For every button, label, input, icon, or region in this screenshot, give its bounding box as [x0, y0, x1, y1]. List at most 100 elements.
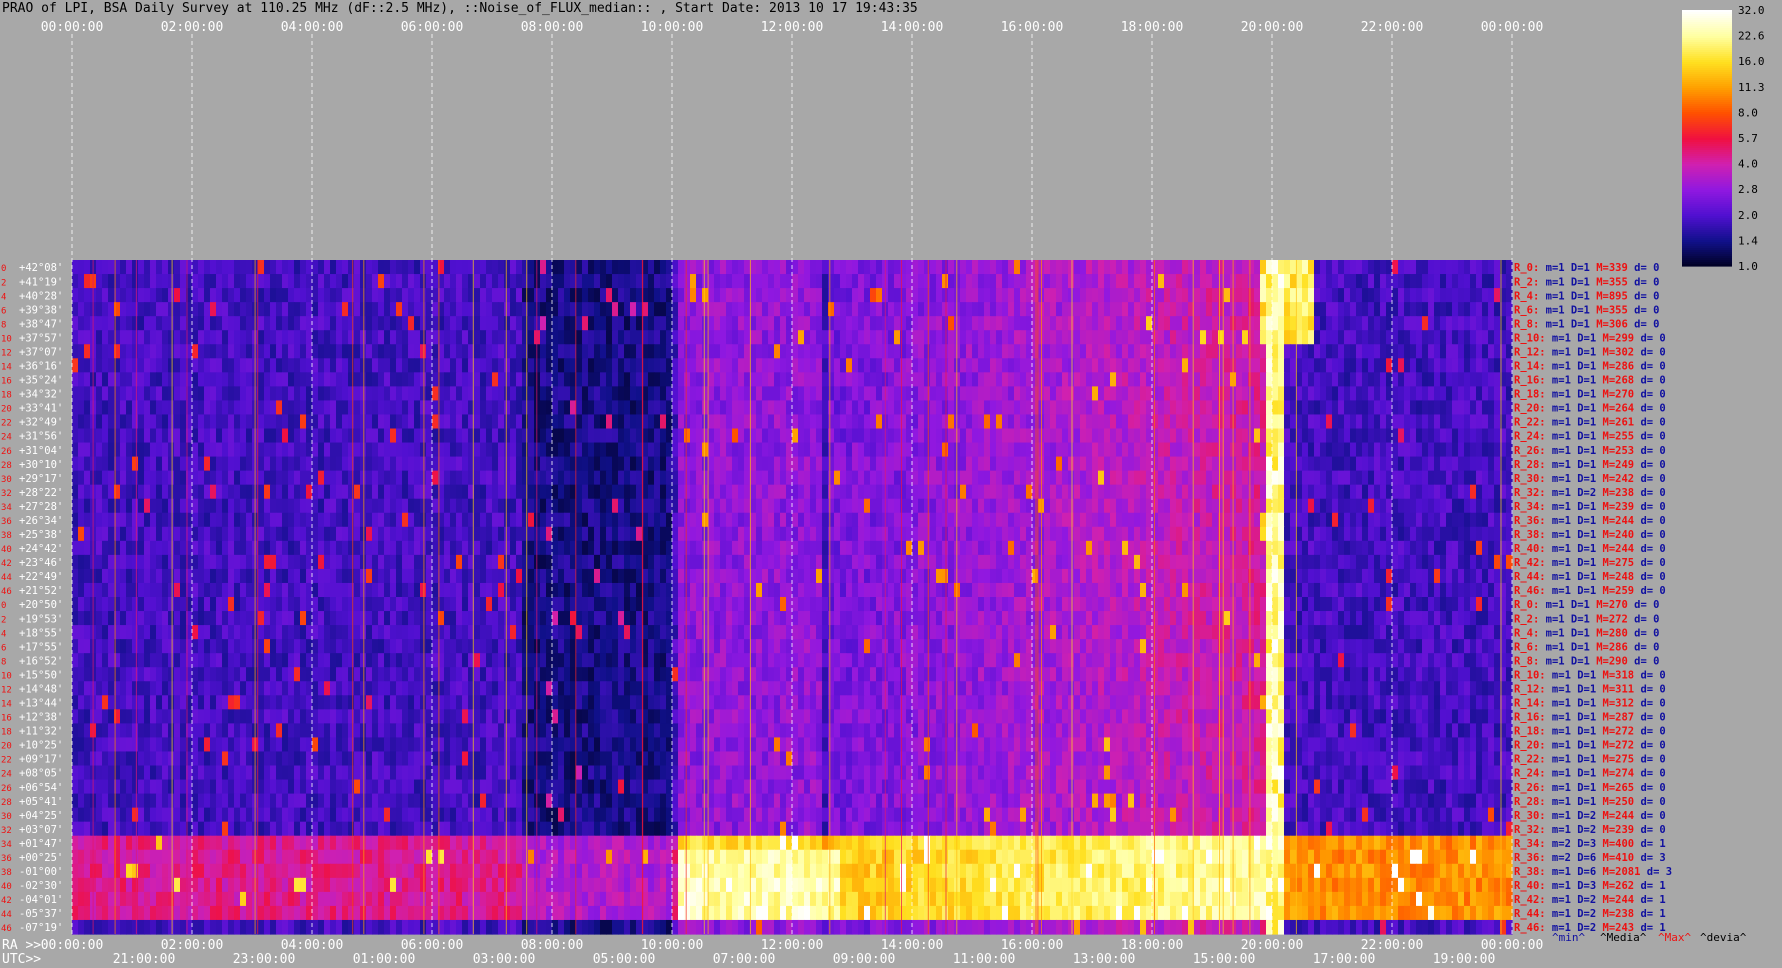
heat-cell: [144, 526, 151, 542]
heat-cell: [126, 330, 133, 345]
heat-cell: [102, 386, 109, 402]
heat-cell: [288, 540, 295, 556]
heat-cell: [1170, 526, 1177, 542]
heat-cell: [396, 302, 403, 317]
heat-cell: [1248, 372, 1255, 387]
heat-cell: [1206, 372, 1213, 387]
heat-cell: [720, 260, 727, 275]
heat-cell: [1074, 330, 1081, 345]
heat-cell: [420, 316, 427, 331]
heat-cell: [816, 288, 823, 303]
heat-cell: [768, 540, 775, 556]
heat-cell: [444, 498, 451, 514]
heat-cell: [132, 456, 139, 472]
heat-cell: [1074, 428, 1081, 444]
heat-cell: [1368, 400, 1375, 416]
heat-cell: [1116, 386, 1123, 402]
heat-cell: [1470, 428, 1477, 444]
heat-cell: [456, 428, 463, 444]
heat-cell: [1044, 260, 1051, 275]
heat-cell: [192, 386, 199, 402]
heat-cell: [582, 470, 589, 486]
heat-cell: [204, 330, 211, 345]
heat-cell: [216, 400, 223, 416]
heat-cell: [780, 428, 787, 444]
heat-cell: [372, 442, 379, 458]
heat-cell: [1044, 526, 1051, 542]
heat-cell: [624, 512, 631, 528]
heat-cell: [696, 414, 703, 430]
heat-cell: [264, 260, 271, 275]
heat-cell: [294, 470, 301, 486]
heat-cell: [1158, 288, 1165, 303]
heat-cell: [312, 470, 319, 486]
heat-cell: [528, 260, 535, 275]
heat-cell: [120, 526, 127, 542]
heat-cell: [594, 540, 601, 556]
heat-cell: [270, 288, 277, 303]
heat-cell: [606, 330, 613, 345]
heat-cell: [612, 386, 619, 402]
heat-cell: [696, 498, 703, 514]
heat-cell: [624, 274, 631, 289]
heat-cell: [1320, 400, 1327, 416]
heat-cell: [1440, 344, 1447, 359]
heat-cell: [576, 358, 583, 373]
heat-cell: [1182, 428, 1189, 444]
heat-cell: [480, 316, 487, 331]
heat-cell: [102, 260, 109, 275]
heat-cell: [492, 358, 499, 373]
heat-cell: [372, 386, 379, 402]
heat-cell: [1464, 400, 1471, 416]
heat-cell: [1098, 330, 1105, 345]
heat-cell: [1482, 274, 1489, 289]
heat-cell: [1476, 400, 1483, 416]
heat-cell: [1380, 470, 1387, 486]
heat-cell: [492, 344, 499, 359]
heat-cell: [1062, 400, 1069, 416]
heat-cell: [510, 484, 517, 500]
heat-cell: [336, 274, 343, 289]
heat-cell: [756, 512, 763, 528]
heat-cell: [120, 344, 127, 359]
heat-cell: [1002, 400, 1009, 416]
heat-cell: [1008, 456, 1015, 472]
heat-cell: [480, 344, 487, 359]
heat-cell: [1488, 260, 1495, 275]
heat-cell: [684, 372, 691, 387]
heat-cell: [168, 470, 175, 486]
heat-cell: [1128, 386, 1135, 402]
heat-cell: [1416, 484, 1423, 500]
heat-cell: [1260, 470, 1267, 486]
heat-cell: [588, 456, 595, 472]
heat-cell: [1362, 386, 1369, 402]
heat-cell: [372, 260, 379, 275]
heat-cell: [930, 484, 937, 500]
heat-cell: [990, 260, 997, 275]
heat-cell: [1110, 330, 1117, 345]
heat-cell: [888, 400, 895, 416]
heat-cell: [912, 498, 919, 514]
heat-cell: [1374, 456, 1381, 472]
heat-cell: [1098, 358, 1105, 373]
heat-cell: [822, 344, 829, 359]
heat-cell: [1320, 316, 1327, 331]
heat-cell: [150, 274, 157, 289]
heat-cell: [456, 372, 463, 387]
heat-cell: [1062, 414, 1069, 430]
heat-cell: [810, 372, 817, 387]
heat-cell: [144, 498, 151, 514]
heat-cell: [960, 260, 967, 275]
heat-cell: [1458, 260, 1465, 275]
heat-cell: [1020, 260, 1027, 275]
heat-cell: [594, 414, 601, 430]
heat-cell: [852, 316, 859, 331]
heat-cell: [672, 386, 679, 402]
heat-cell: [1194, 428, 1201, 444]
heat-cell: [636, 372, 643, 387]
heat-cell: [648, 484, 655, 500]
heat-cell: [1020, 526, 1027, 542]
heat-cell: [762, 484, 769, 500]
heat-cell: [204, 498, 211, 514]
heat-cell: [1020, 400, 1027, 416]
